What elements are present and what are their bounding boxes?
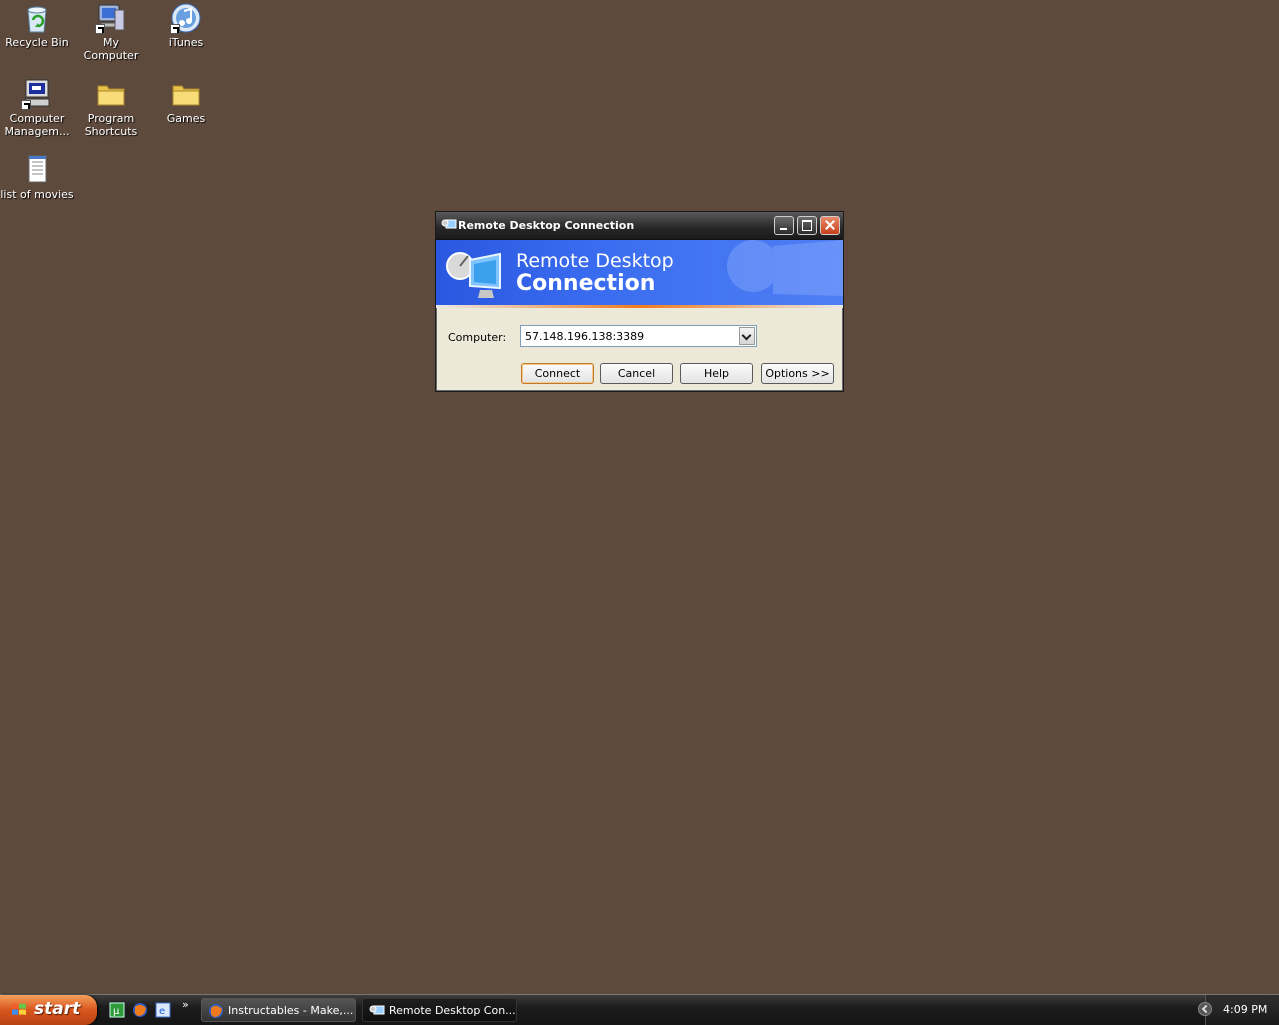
banner-watermark-icon — [723, 240, 843, 308]
windows-logo-icon — [11, 1002, 27, 1018]
options-button[interactable]: Options >> — [761, 363, 834, 384]
computer-management-icon — [21, 78, 53, 110]
quicklaunch-firefox-icon[interactable] — [132, 1002, 148, 1018]
remote-desktop-icon — [369, 1003, 385, 1019]
computer-label: Computer: — [448, 331, 507, 344]
cancel-button[interactable]: Cancel — [600, 363, 673, 384]
chevron-left-icon[interactable] — [1198, 1002, 1212, 1016]
itunes-icon — [170, 2, 202, 34]
desktop-icon-recycle-bin[interactable]: Recycle Bin — [0, 2, 74, 49]
maximize-icon — [802, 220, 812, 231]
folder-icon — [95, 78, 127, 110]
quicklaunch-utorrent-icon[interactable]: μ — [109, 1002, 125, 1018]
shortcut-arrow-icon — [95, 24, 105, 34]
system-tray: 4:09 PM — [1198, 995, 1279, 1025]
desktop-icon-list-of-movies[interactable]: list of movies — [0, 154, 74, 201]
close-button[interactable] — [820, 216, 840, 235]
chevron-down-icon[interactable] — [739, 327, 755, 345]
desktop-icon-my-computer[interactable]: My Computer — [74, 2, 148, 62]
remote-desktop-icon — [441, 218, 457, 232]
recycle-bin-icon — [21, 2, 53, 34]
folder-icon — [170, 78, 202, 110]
computer-input[interactable]: 57.148.196.138:3389 — [525, 330, 644, 343]
taskbar: start μ e » Instructables - Make,... Rem… — [0, 994, 1279, 1025]
help-button[interactable]: Help — [680, 363, 753, 384]
maximize-button[interactable] — [797, 216, 817, 235]
shortcut-arrow-icon — [21, 100, 31, 110]
connect-button[interactable]: Connect — [521, 363, 594, 384]
desktop-icon-games[interactable]: Games — [149, 78, 223, 125]
minimize-icon — [780, 228, 787, 230]
banner: Remote Desktop Connection — [436, 240, 843, 308]
firefox-icon — [208, 1003, 224, 1019]
start-label: start — [34, 999, 81, 1019]
title-bar[interactable]: Remote Desktop Connection — [436, 212, 843, 240]
banner-title-line2: Connection — [516, 271, 656, 296]
start-button[interactable]: start — [0, 995, 97, 1025]
desktop-icon-label: Recycle Bin — [5, 36, 69, 49]
text-document-icon — [21, 154, 53, 186]
desktop-icon-label: My Computer — [83, 36, 139, 62]
my-computer-icon — [95, 2, 127, 34]
desktop-icon-computer-management[interactable]: Computer Managem... — [0, 78, 74, 138]
clock: 4:09 PM — [1223, 1003, 1268, 1016]
desktop-icon-itunes[interactable]: iTunes — [149, 2, 223, 49]
remote-desktop-window: Remote Desktop Connection Remote Desktop… — [435, 211, 844, 392]
desktop-icon-label: Games — [166, 112, 206, 125]
svg-text:e: e — [159, 1006, 165, 1017]
banner-stripe — [436, 305, 843, 308]
taskbar-item-label: Instructables - Make,... — [228, 1004, 354, 1017]
banner-title-line1: Remote Desktop — [516, 250, 674, 272]
desktop-icon-label: iTunes — [168, 36, 204, 49]
svg-text:μ: μ — [113, 1006, 120, 1017]
quicklaunch-internet-explorer-icon[interactable]: e — [155, 1002, 171, 1018]
desktop-icon-label: Computer Managem... — [4, 112, 70, 138]
taskbar-item-instructables[interactable]: Instructables - Make,... — [201, 998, 356, 1022]
desktop-icon-label: Program Shortcuts — [84, 112, 138, 138]
taskbar-item-label: Remote Desktop Con... — [389, 1004, 516, 1017]
taskbar-item-remote-desktop[interactable]: Remote Desktop Con... — [362, 998, 517, 1022]
window-title: Remote Desktop Connection — [458, 219, 635, 232]
minimize-button[interactable] — [774, 216, 794, 235]
shortcut-arrow-icon — [170, 24, 180, 34]
remote-desktop-logo-icon — [444, 244, 506, 302]
computer-combobox[interactable]: 57.148.196.138:3389 — [520, 325, 757, 347]
desktop-icon-program-shortcuts[interactable]: Program Shortcuts — [74, 78, 148, 138]
quicklaunch-more-button[interactable]: » — [182, 998, 189, 1011]
desktop-icon-label: list of movies — [0, 188, 74, 201]
